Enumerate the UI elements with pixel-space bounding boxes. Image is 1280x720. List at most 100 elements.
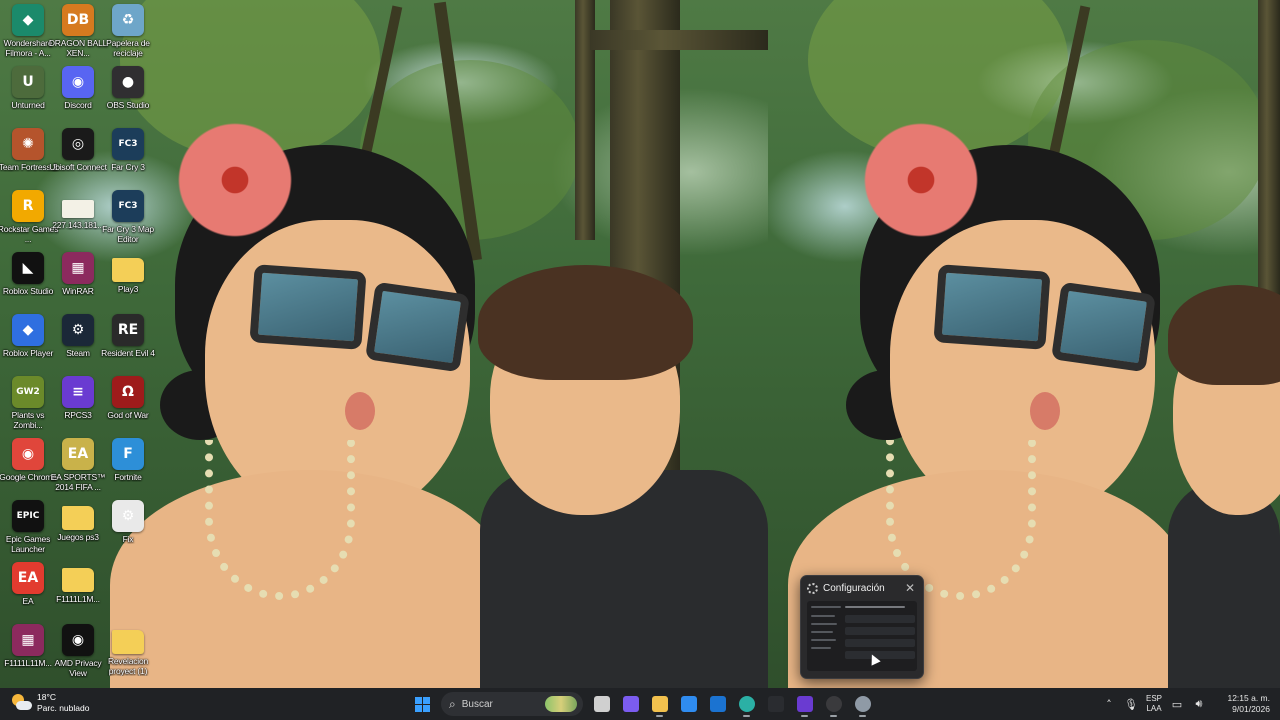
epic-games-icon: EPIC [12,500,44,532]
sunglasses-left-lens [933,264,1051,350]
desktop-icon-label: Fix [122,534,134,544]
weather-temperature: 18°C [37,692,56,702]
settings-icon [854,696,871,712]
system-tray: ˄ 🎙︎ ESP LAA ▭ 🔊︎ 12:15 a. m. 9/01/2026 [1098,688,1280,720]
desktop-icon-label: OBS Studio [106,100,150,110]
desktop-icon-farcry3editor[interactable]: FC3 Far Cry 3 Map Editor [97,186,159,248]
sunglasses-left-lens [249,264,367,350]
desktop-icon-label: Fortnite [114,472,142,482]
clock-time: 12:15 a. m. [1227,693,1270,703]
network-icon[interactable]: ▭ [1166,698,1188,711]
farcry3-editor-icon: FC3 [112,190,144,222]
desktop-icon-f1111[interactable]: F1111L1M... [47,558,109,620]
wooden-beam [590,30,768,50]
settings-file-icon: ⚙ [112,500,144,532]
preview-row [845,615,915,623]
desktop-icon-obs[interactable]: ● OBS Studio [97,62,159,124]
pinned-apps [587,690,877,718]
desktop-icon-recycle[interactable]: ♻ Papelera de reciclaje [97,0,159,62]
desktop-icon-label: Resident Evil 4 [101,348,155,358]
preview-sidebar-line [811,615,835,617]
girl-lips [345,392,375,430]
preview-row [845,651,915,659]
desktop-icon-label: God of War [107,410,149,420]
preview-sidebar-line [811,639,836,641]
recycle-bin-icon: ♻ [112,4,144,36]
taskbar-app-explorer[interactable] [645,690,674,718]
sunglasses-right-lens [365,281,470,373]
folder-icon [112,258,144,282]
desktop-icon-revelacion[interactable]: Revelacion proyect (1) [97,620,159,682]
clock[interactable]: 12:15 a. m. 9/01/2026 [1210,693,1270,715]
weather-widget[interactable]: 18°C Parc. nublado [10,692,89,714]
shell-necklace [205,440,355,600]
rockstar-icon: R [12,190,44,222]
desktop-icon-fix[interactable]: ⚙ Fix [97,496,159,558]
girl-lips [1030,392,1060,430]
fifa-icon: EA [62,438,94,470]
wooden-post [1258,0,1280,300]
resident-evil-icon: RE [112,314,144,346]
weather-condition: Parc. nublado [37,703,90,713]
winrar-icon: ▦ [62,252,94,284]
ea-icon: EA [12,562,44,594]
boy-hair [478,265,693,380]
hibiscus-flower [170,115,300,245]
preview-sidebar-line [811,606,841,608]
taskbar-search-box[interactable]: ⌕ Buscar [441,692,583,716]
desktop-icon-fortnite[interactable]: F Fortnite [97,434,159,496]
taskbar-app-copilot[interactable] [616,690,645,718]
preview-sidebar-line [811,647,831,649]
hibiscus-flower [856,115,986,245]
folder-icon [62,568,94,592]
desktop-icon-farcry3[interactable]: FC3 Far Cry 3 [97,124,159,186]
steam-icon: ⚙ [62,314,94,346]
taskbar-app-taskview[interactable] [587,690,616,718]
desktop-icon-label: F1111L1M... [56,594,100,604]
chrome-icon: ◉ [12,438,44,470]
folder-image-icon [112,630,144,654]
taskbar-app-obs[interactable] [819,690,848,718]
dragonball-icon: DB [62,4,94,36]
edge-icon [738,696,755,712]
desktop-icon-re4[interactable]: RE Resident Evil 4 [97,310,159,372]
chevron-up-icon[interactable]: ˄ [1098,698,1120,711]
partly-cloudy-icon [10,692,32,714]
thumbnail-title: Configuración [823,583,885,594]
sunglasses-right-lens [1051,281,1156,373]
obs-icon [825,696,842,712]
microphone-icon[interactable]: 🎙︎ [1120,698,1142,711]
desktop-icon-play3[interactable]: Play3 [97,248,159,310]
rpcs3-icon [796,696,813,712]
volume-icon[interactable]: 🔊︎ [1188,697,1210,711]
taskbar-app-edge[interactable] [732,690,761,718]
obs-icon: ● [112,66,144,98]
microsoft-store-icon [680,696,697,712]
taskbar: 18°C Parc. nublado ⌕ Buscar ˄ 🎙︎ ESP LAA… [0,688,1280,720]
taskbar-apps: ⌕ Buscar [408,688,877,720]
outlook-icon [709,696,726,712]
start-button[interactable] [408,690,437,718]
taskbar-app-outlook[interactable] [703,690,732,718]
language-indicator[interactable]: ESP LAA [1142,694,1166,714]
taskbar-app-blank[interactable] [761,690,790,718]
desktop-icon-grid: ◆ Wondershare Filmora - A... DB DRAGON BALL… [0,0,155,688]
preview-row [845,639,915,647]
taskbar-app-settings[interactable] [848,690,877,718]
rpcs3-icon: ≡ [62,376,94,408]
ubisoft-icon: ◎ [62,128,94,160]
farcry3-icon: FC3 [112,128,144,160]
task-view-icon [593,696,610,712]
fortnite-icon: F [112,438,144,470]
roblox-studio-icon: ◣ [12,252,44,284]
preview-header-line [845,606,905,608]
taskbar-app-store[interactable] [674,690,703,718]
thumbnail-preview[interactable] [807,601,917,671]
windows-start-icon [415,696,430,712]
desktop-icon-gow[interactable]: Ω God of War [97,372,159,434]
settings-window-thumbnail[interactable]: Configuración ✕ [800,575,924,679]
taskbar-app-rpcs3[interactable] [790,690,819,718]
close-icon[interactable]: ✕ [905,581,915,595]
desktop-icon-label: Papelera de reciclaje [106,38,150,58]
preview-sidebar-line [811,623,837,625]
